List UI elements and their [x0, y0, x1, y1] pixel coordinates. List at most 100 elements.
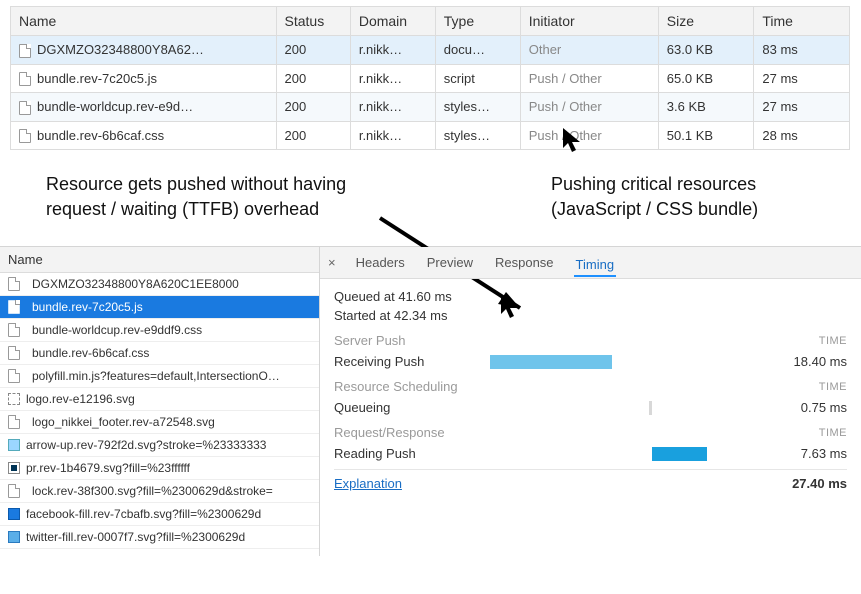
file-icon [8, 346, 20, 360]
bird-icon [8, 531, 20, 543]
cell-domain: r.nikk… [350, 93, 435, 122]
list-item[interactable]: DGXMZO32348800Y8A620C1EE8000 [0, 273, 319, 296]
table-row[interactable]: bundle.rev-6b6caf.css 200r.nikk…styles…Pu… [11, 121, 850, 150]
list-item-label: bundle.rev-6b6caf.css [32, 346, 149, 360]
list-item[interactable]: twitter-fill.rev-0007f7.svg?fill=%230062… [0, 526, 319, 549]
tab-timing[interactable]: Timing [574, 253, 617, 277]
tab-response[interactable]: Response [493, 251, 556, 274]
timing-panel: Queued at 41.60 ms Started at 42.34 ms S… [320, 279, 861, 556]
cell-size: 63.0 KB [658, 36, 754, 65]
file-icon [19, 129, 31, 143]
list-item-label: bundle-worldcup.rev-e9ddf9.css [32, 323, 202, 337]
cell-initiator: Push / Other [520, 93, 658, 122]
cell-domain: r.nikk… [350, 36, 435, 65]
list-item[interactable]: bundle.rev-6b6caf.css [0, 342, 319, 365]
list-item-label: logo.rev-e12196.svg [26, 392, 135, 406]
resource-list[interactable]: Name DGXMZO32348800Y8A620C1EE8000 bundle.… [0, 247, 320, 556]
col-header-status[interactable]: Status [276, 7, 350, 36]
list-item-label: logo_nikkei_footer.rev-a72548.svg [32, 415, 215, 429]
file-icon [8, 415, 20, 429]
annotation-left: Resource gets pushed without having requ… [46, 172, 406, 221]
list-item[interactable]: bundle.rev-7c20c5.js [0, 296, 319, 319]
list-item[interactable]: arrow-up.rev-792f2d.svg?stroke=%23333333 [0, 434, 319, 457]
table-row[interactable]: bundle-worldcup.rev-e9d…200r.nikk…styles… [11, 93, 850, 122]
cell-time: 28 ms [754, 121, 850, 150]
list-item-label: arrow-up.rev-792f2d.svg?stroke=%23333333 [26, 438, 266, 452]
table-row[interactable]: DGXMZO32348800Y8A62…200r.nikk…docu…Other… [11, 36, 850, 65]
cell-time: 27 ms [754, 93, 850, 122]
close-icon[interactable]: × [328, 255, 336, 270]
col-header-size[interactable]: Size [658, 7, 754, 36]
tab-preview[interactable]: Preview [425, 251, 475, 274]
val-queueing: 0.75 ms [767, 400, 847, 415]
col-header-time[interactable]: Time [754, 7, 850, 36]
detail-view: × Headers Preview Response Timing Queued… [320, 247, 861, 556]
section-resource-scheduling: Resource Scheduling [334, 379, 458, 394]
list-item[interactable]: bundle-worldcup.rev-e9ddf9.css [0, 319, 319, 342]
col-header-name[interactable]: Name [11, 7, 277, 36]
cell-initiator: Push / Other [520, 64, 658, 93]
list-item[interactable]: lock.rev-38f300.svg?fill=%2300629d&strok… [0, 480, 319, 503]
cell-type: docu… [435, 36, 520, 65]
dotblue-icon [8, 462, 20, 474]
annotation-right: Pushing critical resources (JavaScript /… [551, 172, 831, 221]
list-item[interactable]: polyfill.min.js?features=default,Interse… [0, 365, 319, 388]
cell-time: 27 ms [754, 64, 850, 93]
row-reading-push: Reading Push [334, 446, 464, 461]
time-header: TIME [819, 381, 847, 393]
file-icon [8, 300, 20, 314]
cell-time: 83 ms [754, 36, 850, 65]
cell-name: DGXMZO32348800Y8A62… [37, 42, 204, 57]
file-icon [8, 323, 20, 337]
col-header-type[interactable]: Type [435, 7, 520, 36]
cell-name: bundle.rev-6b6caf.css [37, 128, 164, 143]
cell-initiator: Push / Other [520, 121, 658, 150]
list-item-label: polyfill.min.js?features=default,Interse… [32, 369, 280, 383]
cursor-arrow-icon [560, 126, 584, 154]
file-icon [19, 101, 31, 115]
sky-icon [8, 439, 20, 451]
img-icon [8, 393, 20, 405]
list-item[interactable]: pr.rev-1b4679.svg?fill=%23ffffff [0, 457, 319, 480]
cell-size: 50.1 KB [658, 121, 754, 150]
time-header: TIME [819, 427, 847, 439]
bar-receiving-push [490, 355, 612, 369]
val-reading-push: 7.63 ms [767, 446, 847, 461]
cell-domain: r.nikk… [350, 64, 435, 93]
col-header-initiator[interactable]: Initiator [520, 7, 658, 36]
cell-type: styles… [435, 121, 520, 150]
network-table-header-row: Name Status Domain Type Initiator Size T… [11, 7, 850, 36]
cell-name: bundle.rev-7c20c5.js [37, 71, 157, 86]
list-item-label: twitter-fill.rev-0007f7.svg?fill=%230062… [26, 530, 245, 544]
list-item-label: lock.rev-38f300.svg?fill=%2300629d&strok… [32, 484, 273, 498]
cell-status: 200 [276, 64, 350, 93]
file-icon [8, 277, 20, 291]
list-item-label: bundle.rev-7c20c5.js [32, 300, 143, 314]
col-header-domain[interactable]: Domain [350, 7, 435, 36]
timing-total: 27.40 ms [767, 476, 847, 491]
cell-domain: r.nikk… [350, 121, 435, 150]
list-item-label: facebook-fill.rev-7cbafb.svg?fill=%23006… [26, 507, 261, 521]
tab-headers[interactable]: Headers [354, 251, 407, 274]
list-item[interactable]: facebook-fill.rev-7cbafb.svg?fill=%23006… [0, 503, 319, 526]
annotation-layer: Resource gets pushed without having requ… [0, 150, 861, 246]
table-row[interactable]: bundle.rev-7c20c5.js 200r.nikk…scriptPush… [11, 64, 850, 93]
resource-list-header[interactable]: Name [0, 247, 319, 273]
cell-size: 3.6 KB [658, 93, 754, 122]
list-item[interactable]: logo.rev-e12196.svg [0, 388, 319, 411]
cell-name: bundle-worldcup.rev-e9d… [37, 99, 193, 114]
row-queueing: Queueing [334, 400, 464, 415]
file-icon [8, 484, 20, 498]
network-table[interactable]: Name Status Domain Type Initiator Size T… [10, 6, 850, 150]
detail-panel: Name DGXMZO32348800Y8A620C1EE8000 bundle.… [0, 246, 861, 556]
cell-status: 200 [276, 121, 350, 150]
val-receiving-push: 18.40 ms [767, 354, 847, 369]
cell-type: script [435, 64, 520, 93]
cell-status: 200 [276, 36, 350, 65]
list-item-label: DGXMZO32348800Y8A620C1EE8000 [32, 277, 239, 291]
timing-queued: Queued at 41.60 ms [334, 289, 847, 304]
row-receiving-push: Receiving Push [334, 354, 464, 369]
list-item[interactable]: logo_nikkei_footer.rev-a72548.svg [0, 411, 319, 434]
file-icon [19, 72, 31, 86]
explanation-link[interactable]: Explanation [334, 476, 402, 491]
